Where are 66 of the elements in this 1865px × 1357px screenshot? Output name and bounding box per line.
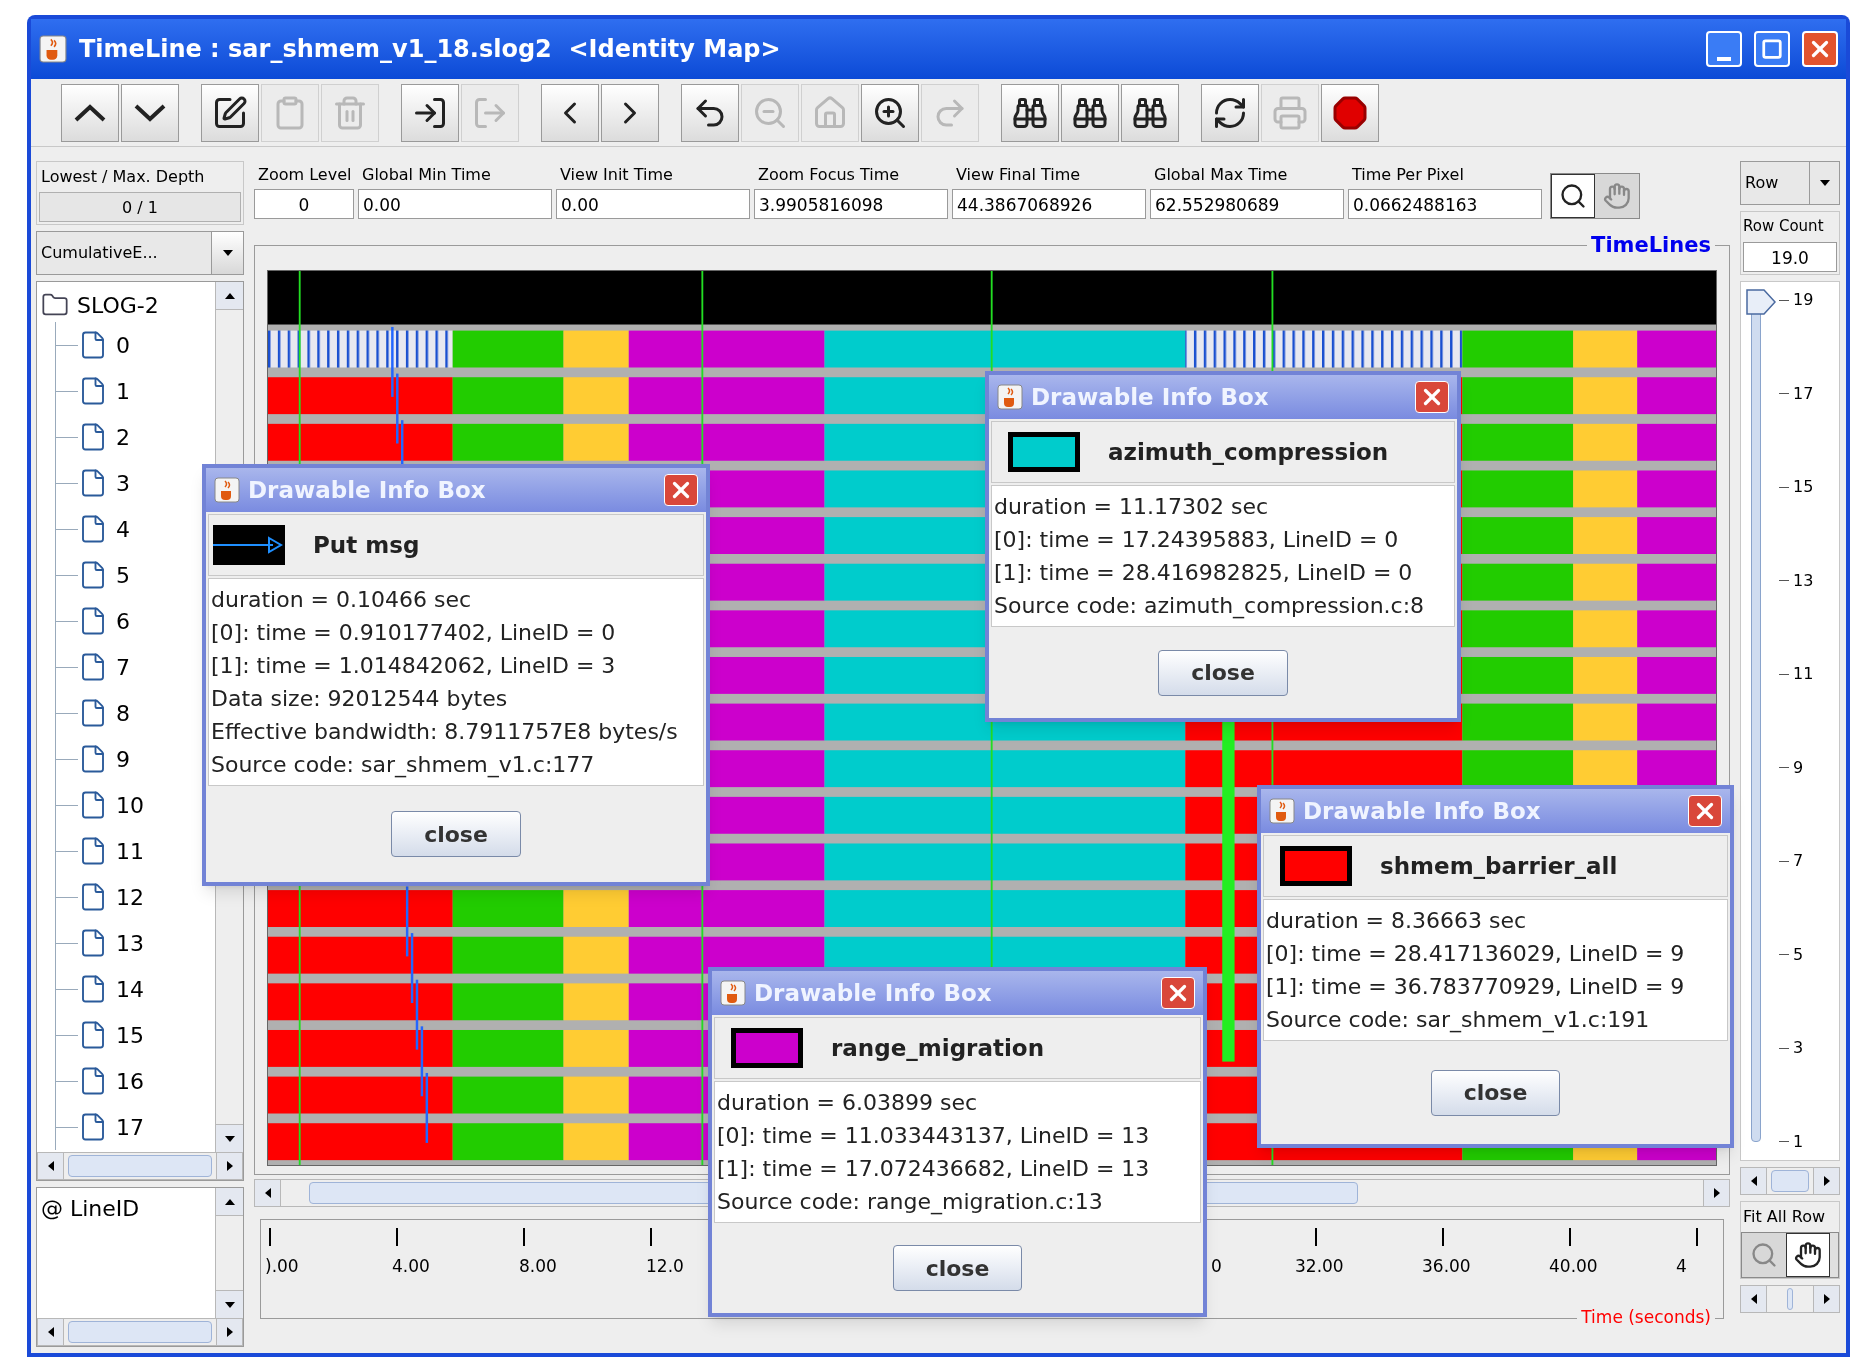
drawable-name: range_migration bbox=[831, 1033, 1045, 1063]
field-label: Global Max Time bbox=[1153, 164, 1289, 186]
slider-tick-label: 17 bbox=[1793, 382, 1814, 405]
info-line: [1]: time = 17.072436682, LineID = 13 bbox=[716, 1155, 1151, 1183]
field-label: View Final Time bbox=[955, 164, 1082, 186]
field-label: Time Per Pixel bbox=[1351, 164, 1465, 186]
field-value: 3.9905816098 bbox=[754, 189, 948, 219]
field-value: 62.552980689 bbox=[1150, 189, 1344, 219]
info-line: Effective bandwidth: 8.7911757E8 bytes/s bbox=[210, 718, 679, 746]
info-line: Data size: 92012544 bytes bbox=[210, 685, 509, 713]
dialog-title: Drawable Info Box bbox=[1303, 796, 1541, 826]
drawable-name: Put msg bbox=[313, 530, 420, 560]
slider-tick-label: 7 bbox=[1793, 850, 1804, 873]
row-count-label: Row Count bbox=[1742, 216, 1825, 237]
info-line: [1]: time = 28.416982825, LineID = 0 bbox=[993, 559, 1414, 587]
info-line: [0]: time = 0.910177402, LineID = 0 bbox=[210, 619, 617, 647]
info-line: duration = 0.10466 sec bbox=[210, 586, 473, 614]
tick-label: 32.00 bbox=[1295, 1255, 1344, 1278]
lineid-label: @ LineID bbox=[40, 1195, 141, 1223]
info-line: [1]: time = 1.014842062, LineID = 3 bbox=[210, 652, 617, 680]
field-value: 0.0662488163 bbox=[1348, 189, 1542, 219]
dialog-title: Drawable Info Box bbox=[754, 978, 992, 1008]
slider-tick-label: 9 bbox=[1793, 756, 1804, 779]
field-label: Global Min Time bbox=[361, 164, 492, 186]
slider-tick-label: 13 bbox=[1793, 569, 1814, 592]
tick-label: 4 bbox=[1676, 1255, 1687, 1278]
tick-label: 12.0 bbox=[646, 1255, 684, 1278]
field-value: 0.00 bbox=[556, 189, 750, 219]
slider-tick-label: 5 bbox=[1793, 943, 1804, 966]
depth-value: 0 / 1 bbox=[39, 192, 241, 222]
depth-label: Lowest / Max. Depth bbox=[40, 166, 206, 188]
row-count-value: 19.0 bbox=[1743, 242, 1837, 272]
drawable-name: azimuth_compression bbox=[1108, 437, 1389, 467]
field-value: 44.3867068926 bbox=[952, 189, 1146, 219]
tick-label: 0 bbox=[1211, 1255, 1222, 1278]
dialog-title: Drawable Info Box bbox=[248, 475, 486, 505]
window-title: TimeLine : sar_shmem_v1_18.slog2 <Identity Map> bbox=[79, 34, 781, 65]
info-line: Source code: sar_shmem_v1.c:191 bbox=[1265, 1006, 1651, 1035]
tick-label: 36.00 bbox=[1422, 1255, 1471, 1278]
field-label: Zoom Level bbox=[257, 164, 353, 186]
field-label: View Init Time bbox=[559, 164, 674, 186]
info-line: [0]: time = 17.24395883, LineID = 0 bbox=[993, 526, 1400, 554]
slider-tick-label: 1 bbox=[1793, 1130, 1804, 1153]
dialog-title: Drawable Info Box bbox=[1031, 382, 1269, 412]
slider-tick-label: 15 bbox=[1793, 476, 1814, 499]
slider-tick-label: 3 bbox=[1793, 1037, 1804, 1060]
slider-tick-label: 19 bbox=[1793, 289, 1814, 311]
field-label: Zoom Focus Time bbox=[757, 164, 901, 186]
info-line: [1]: time = 36.783770929, LineID = 9 bbox=[1265, 973, 1686, 1001]
info-line: duration = 8.36663 sec bbox=[1265, 907, 1528, 935]
info-line: duration = 6.03899 sec bbox=[716, 1089, 979, 1117]
info-line: duration = 11.17302 sec bbox=[993, 493, 1270, 521]
tick-label: ).00 bbox=[265, 1255, 299, 1278]
field-value: 0.00 bbox=[358, 189, 552, 219]
tick-label: 8.00 bbox=[519, 1255, 557, 1278]
fit-all-rows-label: Fit All Row bbox=[1742, 1206, 1827, 1228]
info-line: [0]: time = 28.417136029, LineID = 9 bbox=[1265, 940, 1686, 968]
info-line: Source code: sar_shmem_v1.c:177 bbox=[210, 751, 596, 780]
drawable-name: shmem_barrier_all bbox=[1380, 851, 1618, 881]
field-value: 0 bbox=[254, 189, 354, 219]
tick-label: 4.00 bbox=[392, 1255, 430, 1278]
tick-label: 40.00 bbox=[1549, 1255, 1598, 1278]
info-line: [0]: time = 11.033443137, LineID = 13 bbox=[716, 1122, 1151, 1150]
info-line: Source code: azimuth_compression.c:8 bbox=[993, 592, 1426, 621]
info-line: Source code: range_migration.c:13 bbox=[716, 1188, 1104, 1217]
slider-tick-label: 11 bbox=[1793, 663, 1814, 686]
